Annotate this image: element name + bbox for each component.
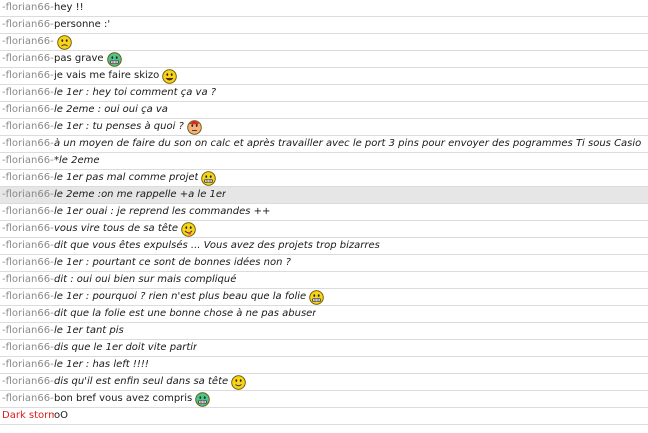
- message-nickname: -florian66-: [2, 138, 54, 149]
- message-text: le 1er : hey toi comment ça va ?: [54, 87, 217, 98]
- message-text: le 2eme : oui oui ça va: [54, 104, 168, 115]
- chat-message-row: -florian66- vous vire tous de sa tête: [0, 221, 648, 238]
- message-nickname: -florian66-: [2, 223, 54, 234]
- chat-message-row: -florian66- le 2eme :on me rappelle +a le…: [0, 187, 648, 204]
- message-nickname: -florian66-: [2, 274, 54, 285]
- message-nickname: -florian66-: [2, 257, 54, 268]
- chat-message-row: -florian66- pas grave: [0, 51, 648, 68]
- message-nickname: -florian66-: [2, 376, 54, 387]
- happy-smiley-icon: [162, 68, 177, 84]
- message-text: pas grave: [54, 53, 104, 64]
- message-text: à un moyen de faire du son on calc et ap…: [54, 138, 642, 149]
- message-text: je vais me faire skizo: [54, 70, 160, 81]
- message-text: le 1er : has left !!!!: [54, 359, 149, 370]
- message-text: dit que la folie est une bonne chose à n…: [54, 308, 317, 319]
- chat-message-row: -florian66- personne :': [0, 17, 648, 34]
- message-text: vous vire tous de sa tête: [54, 223, 179, 234]
- message-text: le 1er tant pis: [54, 325, 124, 336]
- message-nickname: -florian66-: [2, 70, 54, 81]
- message-text: le 1er : pourquoi ? rien n'est plus beau…: [54, 291, 307, 302]
- message-text: personne :': [54, 19, 111, 30]
- message-nickname: -florian66-: [2, 53, 54, 64]
- thinking-smiley-icon: [187, 119, 202, 135]
- laugh-smiley-icon: [201, 170, 217, 186]
- message-text: dit que vous êtes expulsés ... Vous avez…: [54, 240, 380, 251]
- message-text: le 1er ouai : je reprend les commandes +…: [54, 206, 271, 217]
- chat-message-row: -florian66- je vais me faire skizo: [0, 68, 648, 85]
- message-nickname: -florian66-: [2, 308, 54, 319]
- message-nickname: -florian66-: [2, 342, 54, 353]
- chat-message-row: -florian66- dis que le 1er doit vite part…: [0, 340, 648, 357]
- chat-message-row: -florian66- le 1er : pourquoi ? rien n'es…: [0, 289, 648, 306]
- tongue-smiley-icon: [181, 221, 196, 237]
- chat-message-row: -florian66- dis qu'il est enfin seul dans…: [0, 374, 648, 391]
- message-text: le 1er : pourtant ce sont de bonnes idée…: [54, 257, 291, 268]
- message-nickname: -florian66-: [2, 121, 54, 132]
- message-nickname: -florian66-: [2, 104, 54, 115]
- laugh-smiley-icon: [309, 289, 324, 305]
- chat-message-row: -florian66- bon bref vous avez compris: [0, 391, 648, 408]
- message-nickname: -florian66-: [2, 359, 54, 370]
- chat-message-row: -florian66- à un moyen de faire du son on…: [0, 136, 648, 153]
- chat-message-row: -florian66-: [0, 34, 648, 51]
- message-nickname: -florian66-: [2, 155, 54, 166]
- message-text: dis qu'il est enfin seul dans sa tête: [54, 376, 229, 387]
- message-nickname: -florian66-: [2, 393, 54, 404]
- chat-message-row: -florian66- dit que vous êtes expulsés ..…: [0, 238, 648, 255]
- message-text: *le 2eme: [54, 155, 100, 166]
- message-text: le 1er pas mal comme projet: [54, 172, 199, 183]
- grin-smiley-icon: [106, 51, 122, 67]
- message-text: le 1er : tu penses à quoi ?: [54, 121, 184, 132]
- message-nickname: -florian66-: [2, 2, 54, 13]
- message-nickname: -florian66-: [2, 189, 54, 200]
- message-text: bon bref vous avez compris: [54, 393, 193, 404]
- chat-message-row: -florian66- le 1er tant pis: [0, 323, 648, 340]
- message-nickname: -florian66-: [2, 36, 54, 47]
- chat-message-row: -florian66- dit : oui oui bien sur mais c…: [0, 272, 648, 289]
- message-nickname: Dark storm: [2, 410, 54, 421]
- grin-smiley-icon: [195, 391, 211, 407]
- chat-message-row: -florian66- le 1er : hey toi comment ça v…: [0, 85, 648, 102]
- chat-message-row: -florian66- le 1er pas mal comme projet: [0, 170, 648, 187]
- message-text: hey !!: [54, 2, 84, 13]
- chat-message-row: -florian66- *le 2eme: [0, 153, 648, 170]
- chat-message-row: -florian66- le 1er : pourtant ce sont de …: [0, 255, 648, 272]
- message-nickname: -florian66-: [2, 206, 54, 217]
- message-text: dis que le 1er doit vite partir: [54, 342, 198, 353]
- message-text: dit : oui oui bien sur mais compliqué: [54, 274, 237, 285]
- chat-message-row: -florian66- le 2eme : oui oui ça va: [0, 102, 648, 119]
- message-nickname: -florian66-: [2, 325, 54, 336]
- chat-message-row: -florian66- le 1er : has left !!!!: [0, 357, 648, 374]
- message-nickname: -florian66-: [2, 19, 54, 30]
- chat-message-row: -florian66- le 1er ouai : je reprend les …: [0, 204, 648, 221]
- chat-message-row: -florian66- hey !!: [0, 0, 648, 17]
- smile-smiley-icon: [231, 374, 246, 390]
- message-nickname: -florian66-: [2, 240, 54, 251]
- chat-message-row: -florian66- dit que la folie est une bonn…: [0, 306, 648, 323]
- message-text: le 2eme :on me rappelle +a le 1er: [54, 189, 227, 200]
- chat-log: -florian66- hey !! -florian66- personne :' -…: [0, 0, 648, 425]
- sad-smiley-icon: [57, 34, 72, 50]
- message-nickname: -florian66-: [2, 87, 54, 98]
- chat-message-row: -florian66- le 1er : tu penses à quoi ?: [0, 119, 648, 136]
- message-text: oO: [54, 410, 68, 421]
- message-nickname: -florian66-: [2, 291, 54, 302]
- chat-message-row: Dark storm oO: [0, 408, 648, 425]
- message-nickname: -florian66-: [2, 172, 54, 183]
